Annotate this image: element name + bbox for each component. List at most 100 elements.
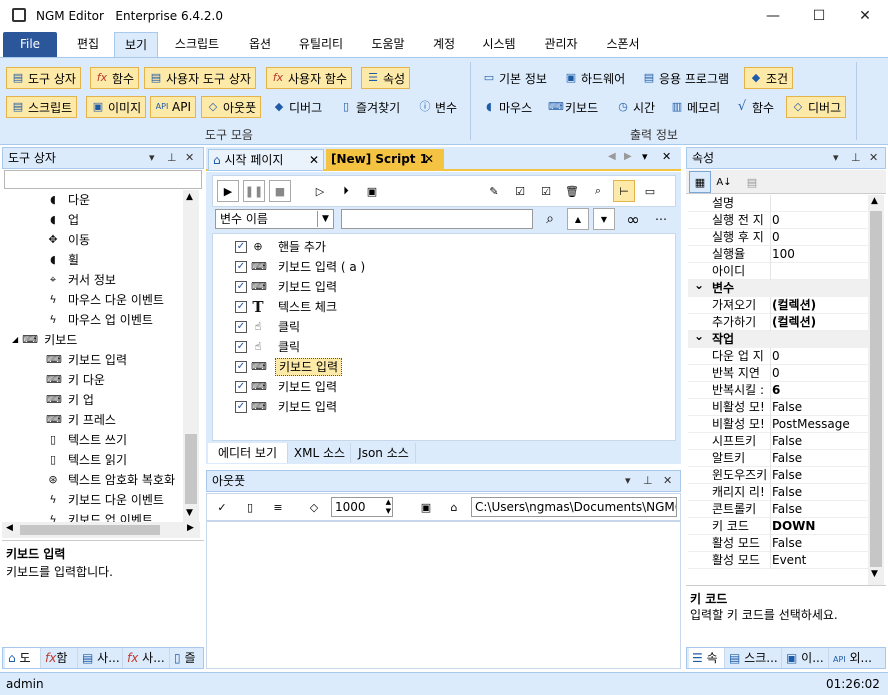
step-checkbox[interactable]: ✓ bbox=[235, 281, 247, 293]
tab-json-source[interactable]: Json 소스 bbox=[352, 443, 416, 463]
user-toolbox-toggle-button[interactable]: ▤ 사용자 도구 상자 bbox=[144, 67, 256, 89]
toolbox-item[interactable]: ◖ 업 bbox=[46, 210, 79, 230]
clean-icon[interactable]: ✓ bbox=[211, 496, 233, 518]
scroll-up-icon[interactable]: ▲ bbox=[186, 192, 193, 202]
toolbox-item[interactable]: ⌨ 키 다운 bbox=[46, 370, 105, 390]
toolbox-item[interactable]: ϟ 마우스 다운 이벤트 bbox=[46, 290, 164, 310]
collapse-icon[interactable]: ⌄ bbox=[694, 277, 704, 294]
hscroll-thumb[interactable] bbox=[20, 525, 160, 535]
step-checkbox[interactable]: ✓ bbox=[235, 341, 247, 353]
toolbox-item[interactable]: ◖ 휠 bbox=[46, 250, 79, 270]
property-row[interactable]: 시프트키 False bbox=[688, 433, 868, 450]
step-next-button[interactable]: ⏵ bbox=[335, 180, 357, 202]
property-value[interactable]: False bbox=[772, 467, 802, 484]
edit-icon[interactable]: ✎ bbox=[483, 180, 505, 202]
tab-scroll-left-icon[interactable]: ◀ bbox=[608, 151, 616, 162]
maximize-button[interactable]: ☐ bbox=[796, 0, 842, 32]
tab-user-toolbox[interactable]: ▤ 사... bbox=[79, 648, 123, 668]
search-input[interactable] bbox=[341, 209, 533, 229]
dropdown-icon[interactable]: ▾ bbox=[833, 148, 839, 168]
property-value[interactable]: 0 bbox=[772, 348, 780, 365]
play-button[interactable]: ▶ bbox=[217, 180, 239, 202]
toolbox-item[interactable]: ⌨ 키보드 입력 bbox=[46, 350, 127, 370]
toolbox-item[interactable]: ▯ 텍스트 읽기 bbox=[46, 450, 127, 470]
tab-start-page[interactable]: ⌂ 시작 페이지 ✕ bbox=[208, 149, 324, 171]
property-row[interactable]: 콘트롤키 False bbox=[688, 501, 868, 518]
property-value[interactable]: False bbox=[772, 535, 802, 552]
tree-view-icon[interactable]: ⊢ bbox=[613, 180, 635, 202]
script-step[interactable]: ✓ ⌨ 키보드 입력 bbox=[235, 277, 340, 297]
pin-icon[interactable]: ⊥ bbox=[643, 471, 653, 491]
tab-toolbox[interactable]: ⌂ 도 bbox=[5, 648, 41, 668]
more-icon[interactable]: ⋯ bbox=[650, 208, 672, 230]
property-row[interactable]: 추가하기 (컬렉션) bbox=[688, 314, 868, 331]
scroll-up-icon[interactable]: ▲ bbox=[871, 196, 878, 206]
script-toggle-button[interactable]: ▤ 스크립트 bbox=[6, 96, 78, 118]
tab-image[interactable]: ▣ 이... bbox=[783, 648, 829, 668]
function-info-button[interactable]: √ 함수 bbox=[731, 96, 778, 118]
time-info-button[interactable]: ◷ 시간 bbox=[612, 96, 659, 118]
scroll-right-icon[interactable]: ▶ bbox=[187, 523, 194, 533]
tab-function[interactable]: fx함 bbox=[42, 648, 78, 668]
minimize-button[interactable]: — bbox=[750, 0, 796, 32]
scroll-left-icon[interactable]: ◀ bbox=[6, 523, 13, 533]
property-value[interactable]: 100 bbox=[772, 246, 795, 263]
menu-view[interactable]: 보기 bbox=[114, 32, 158, 57]
pause-button[interactable]: ❚❚ bbox=[243, 180, 265, 202]
script-step[interactable]: ✓ ⌨ 키보드 입력 bbox=[235, 397, 340, 417]
property-row[interactable]: 아이디 bbox=[688, 263, 868, 280]
scroll-down-icon[interactable]: ▼ bbox=[871, 569, 878, 579]
step-play-button[interactable]: ▷ bbox=[309, 180, 331, 202]
search-icon[interactable]: ⌕ bbox=[587, 180, 609, 202]
step-checkbox[interactable]: ✓ bbox=[235, 321, 247, 333]
properties-scrollbar[interactable]: ▲ ▼ bbox=[868, 195, 884, 585]
toolbox-item[interactable]: ◢ ⌨ 키보드 bbox=[12, 330, 77, 350]
save-icon[interactable]: ▣ bbox=[415, 496, 437, 518]
properties-toggle-button[interactable]: ☰ 속성 bbox=[361, 67, 411, 89]
dropdown-icon[interactable]: ▾ bbox=[149, 148, 155, 168]
tab-user-function[interactable]: fx 사... bbox=[124, 648, 170, 668]
basic-info-button[interactable]: ▭ 기본 정보 bbox=[478, 67, 551, 89]
property-value[interactable]: False bbox=[772, 450, 802, 467]
function-toggle-button[interactable]: fx 함수 bbox=[90, 67, 140, 89]
close-icon[interactable]: ✕ bbox=[663, 471, 672, 491]
move-down-icon[interactable]: ▼ bbox=[593, 208, 615, 230]
output-toggle-button[interactable]: ◇ 아웃풋 bbox=[201, 96, 262, 118]
close-icon[interactable]: ✕ bbox=[662, 150, 671, 163]
step-checkbox[interactable]: ✓ bbox=[235, 241, 247, 253]
eraser-icon[interactable]: ◇ bbox=[303, 496, 325, 518]
step-checkbox[interactable]: ✓ bbox=[235, 361, 247, 373]
step-checkbox[interactable]: ✓ bbox=[235, 261, 247, 273]
toolbox-item[interactable]: ⌨ 키 프레스 bbox=[46, 410, 116, 430]
tab-xml-source[interactable]: XML 소스 bbox=[289, 443, 351, 463]
delay-stepper[interactable]: 1000 ▲ ▼ bbox=[331, 497, 393, 517]
delete-icon[interactable]: 🗑 bbox=[561, 180, 583, 202]
property-pages-icon[interactable]: ▤ bbox=[741, 171, 763, 193]
expand-icon[interactable]: ◢ bbox=[12, 330, 18, 350]
menu-utility[interactable]: 유틸리티 bbox=[289, 32, 353, 57]
move-up-icon[interactable]: ▲ bbox=[567, 208, 589, 230]
menu-account[interactable]: 계정 bbox=[424, 32, 464, 57]
property-value[interactable]: 0 bbox=[772, 229, 780, 246]
menu-help[interactable]: 도움말 bbox=[362, 32, 414, 57]
variables-toggle-button[interactable]: ⓘ 변수 bbox=[414, 96, 461, 118]
property-row[interactable]: 키 코드 DOWN bbox=[688, 518, 868, 535]
property-value[interactable]: False bbox=[772, 501, 802, 518]
menu-file[interactable]: File bbox=[3, 32, 57, 57]
toolbox-item[interactable]: ⌨ 키 업 bbox=[46, 390, 94, 410]
toolbox-item[interactable]: ⌖ 커서 정보 bbox=[46, 270, 116, 290]
property-row[interactable]: 캐리지 리! False bbox=[688, 484, 868, 501]
property-value[interactable]: (컬렉션) bbox=[772, 297, 816, 314]
tab-script[interactable]: ▤ 스크... bbox=[726, 648, 782, 668]
close-button[interactable]: ✕ bbox=[842, 0, 888, 32]
property-value[interactable]: False bbox=[772, 433, 802, 450]
scroll-thumb[interactable] bbox=[185, 434, 197, 504]
step-checkbox[interactable]: ✓ bbox=[235, 381, 247, 393]
categorized-icon[interactable]: ▦ bbox=[689, 171, 711, 193]
property-category[interactable]: ⌄ 작업 bbox=[688, 329, 868, 348]
close-icon[interactable]: ✕ bbox=[185, 148, 194, 168]
stepper-arrows-icon[interactable]: ▲ ▼ bbox=[386, 498, 391, 516]
tab-scroll-right-icon[interactable]: ▶ bbox=[624, 151, 632, 162]
script-step[interactable]: ✓ T 텍스트 체크 bbox=[235, 297, 340, 317]
search-icon[interactable]: ⌕ bbox=[539, 208, 561, 230]
